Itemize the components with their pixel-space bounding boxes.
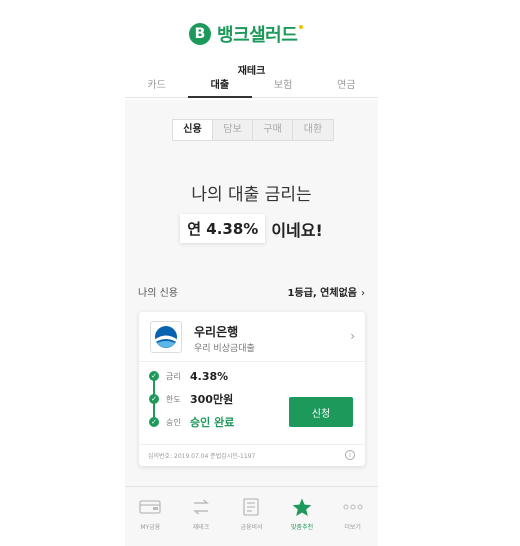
check-icon: ✓ [149, 417, 159, 427]
segment-credit[interactable]: 신용 [173, 120, 213, 140]
star-icon [292, 497, 312, 517]
chevron-right-icon: › [361, 288, 365, 299]
step-rate: ✓ 금리 4.38% [149, 367, 228, 385]
step-rate-label: 금리 [166, 371, 181, 381]
bank-name: 우리은행 [194, 325, 239, 339]
nav-label: 재테크 [192, 524, 210, 531]
step-approval: ✓ 승인 승인 완료 [149, 413, 234, 431]
exchange-icon [192, 497, 210, 517]
credit-row[interactable]: 나의 신용 1등급, 연체없음 › [138, 284, 365, 299]
rate-summary: 연 4.38% 이네요! [125, 214, 378, 243]
step-rate-value: 4.38% [190, 369, 229, 383]
step-approval-value: 승인 완료 [190, 416, 235, 429]
rate-prefix: 연 [187, 220, 202, 238]
app-logo: B 뱅크샐러드 [189, 21, 304, 47]
check-icon: ✓ [149, 371, 159, 381]
loan-steps: ✓ 금리 4.38% ✓ 한도 300만원 ✓ 승인 승인 완료 [149, 370, 289, 434]
step-limit-value: 300만원 [190, 393, 234, 406]
rate-value: 4.38% [206, 220, 259, 238]
credit-grade: 1등급, 연체없음 [287, 288, 357, 299]
document-icon [242, 497, 260, 517]
rate-box: 연 4.38% [180, 214, 266, 243]
top-header: B 뱅크샐러드 재테크 카드 대출 보험 연금 [125, 0, 378, 100]
check-icon: ✓ [149, 394, 159, 404]
headline-text: 나의 대출 금리는 [191, 185, 312, 205]
bottom-nav: MY금융 재테크 금융비서 맞춤추천 더보기 [125, 486, 378, 546]
logo-accent-dot [299, 25, 304, 29]
section-title: 재테크 [237, 66, 266, 77]
info-icon[interactable]: i [345, 450, 355, 460]
tab-pension[interactable]: 연금 [315, 76, 378, 97]
rate-suffix: 이네요! [271, 220, 323, 240]
nav-label: MY금융 [140, 524, 161, 531]
bank-logo-icon [150, 321, 182, 353]
logo-mark-icon: B [189, 23, 211, 45]
logo-text: 뱅크샐러드 [217, 25, 298, 46]
step-limit: ✓ 한도 300만원 [149, 390, 233, 408]
apply-button[interactable]: 신청 [289, 397, 353, 427]
nav-my-finance[interactable]: MY금융 [125, 487, 176, 546]
segment-refinance[interactable]: 대환 [293, 120, 333, 140]
segment-collateral[interactable]: 담보 [213, 120, 253, 140]
nav-label: 더보기 [344, 524, 361, 531]
tab-loan[interactable]: 대출 [188, 76, 252, 98]
credit-status: 1등급, 연체없음 › [288, 284, 365, 299]
app-screen: B 뱅크샐러드 재테크 카드 대출 보험 연금 신용 담보 구매 대환 나의 대… [125, 0, 378, 546]
compliance-notice: 심의번호: 2019.07.04 준법감시인-1197 i [139, 444, 365, 466]
nav-investment[interactable]: 재테크 [176, 487, 227, 546]
step-limit-label: 한도 [166, 394, 181, 404]
nav-more[interactable]: 더보기 [327, 487, 378, 546]
more-icon [343, 497, 363, 517]
loan-type-segment: 신용 담보 구매 대환 [172, 119, 334, 141]
chevron-right-icon: › [350, 329, 355, 343]
step-approval-label: 승인 [166, 417, 181, 427]
nav-assistant[interactable]: 금융비서 [226, 487, 277, 546]
category-tabs: 카드 대출 보험 연금 [125, 76, 378, 98]
credit-label: 나의 신용 [138, 288, 178, 299]
bank-header[interactable]: 우리은행 우리 비상금대출 › [139, 312, 365, 362]
notice-text: 심의번호: 2019.07.04 준법감시인-1197 [148, 453, 256, 460]
tab-card[interactable]: 카드 [125, 76, 188, 97]
loan-product-name: 우리 비상금대출 [194, 344, 255, 354]
nav-label: 맞춤추천 [291, 524, 314, 531]
wallet-icon [139, 497, 161, 517]
nav-recommend[interactable]: 맞춤추천 [277, 487, 328, 546]
loan-offer-card: 우리은행 우리 비상금대출 › ✓ 금리 4.38% ✓ 한도 300만원 ✓ … [139, 312, 365, 466]
segment-purchase[interactable]: 구매 [253, 120, 293, 140]
nav-label: 금융비서 [240, 524, 263, 531]
tab-insurance[interactable]: 보험 [252, 76, 315, 97]
